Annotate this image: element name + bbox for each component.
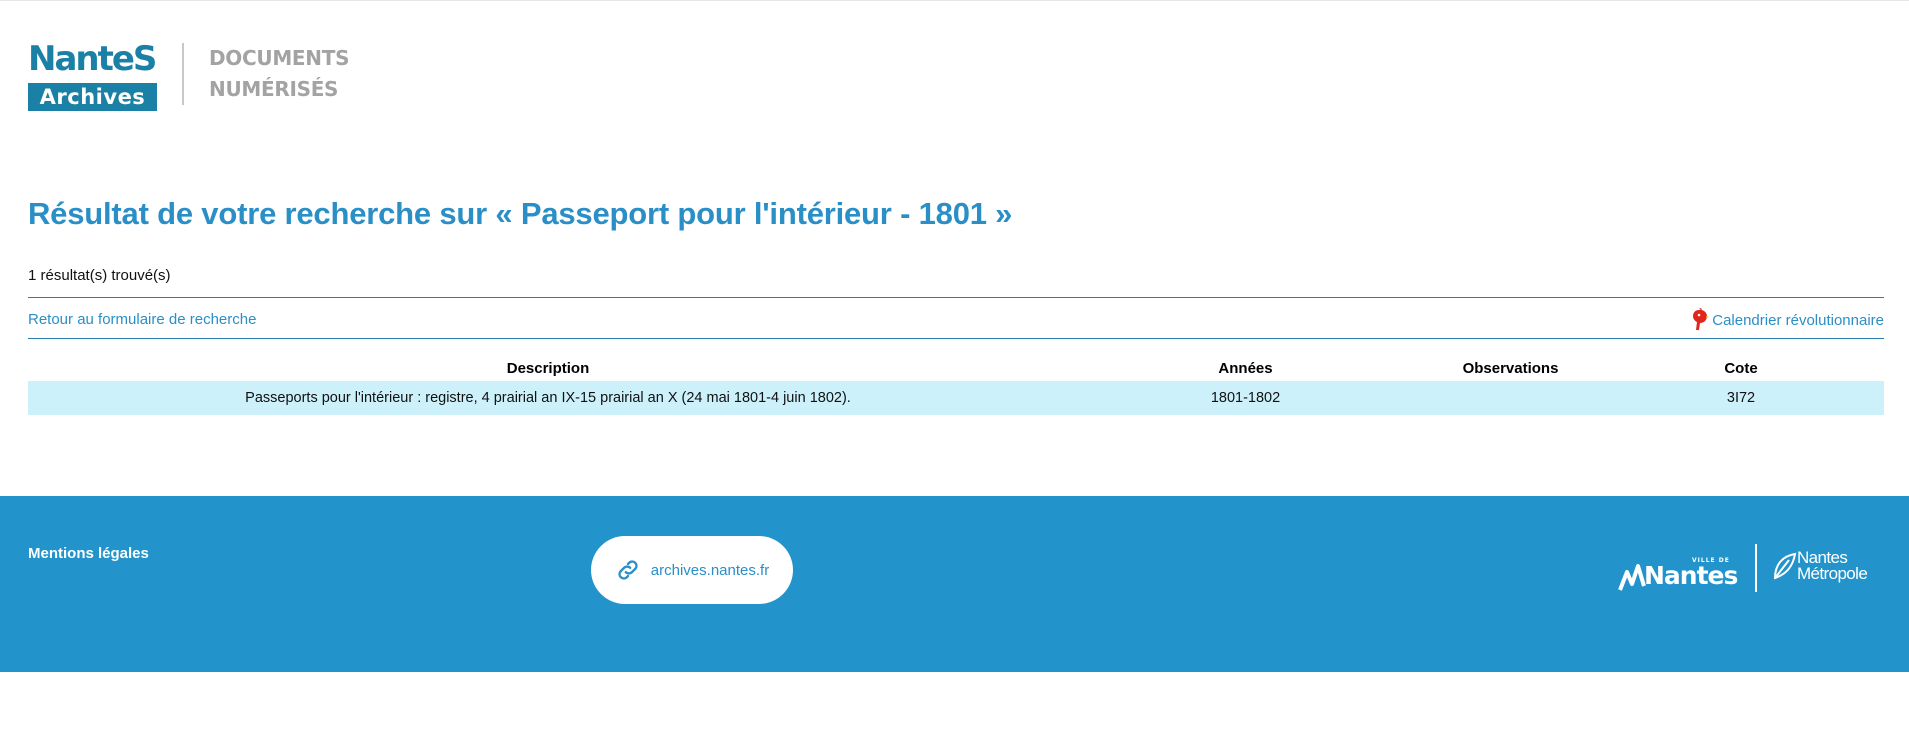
logo-top-text: NanteS (28, 39, 155, 79)
results-table: Description Années Observations Cote Pas… (28, 356, 1884, 415)
header-observations: Observations (1462, 360, 1559, 377)
link-icon (618, 560, 638, 580)
header-cote: Cote (1724, 360, 1758, 377)
nantes-metropole-logo[interactable]: Nantes Métropole (1773, 548, 1885, 588)
back-to-search-link[interactable]: Retour au formulaire de recherche (28, 311, 256, 328)
header-title-line2: NUMÉRISÉS (209, 76, 339, 101)
calendar-link-label: Calendrier révolutionnaire (1712, 311, 1884, 329)
result-count: 1 résultat(s) trouvé(s) (28, 267, 171, 284)
site-header: NanteS Archives DOCUMENTS NUMÉRISÉS (28, 36, 349, 111)
logo-archives-box: Archives (28, 82, 157, 111)
cell-cote: 3I72 (1726, 390, 1756, 406)
calendar-link[interactable]: Calendrier révolutionnaire (1690, 308, 1884, 332)
cell-description: Passeports pour l'intérieur : registre, … (245, 390, 851, 406)
legal-mentions-link[interactable]: Mentions légales (28, 545, 149, 562)
divider-top (28, 297, 1884, 298)
ville-de-nantes-logo[interactable]: VILLE DE Nantes (1618, 546, 1740, 594)
header-title-line1: DOCUMENTS (209, 45, 350, 70)
header-divider (182, 42, 184, 105)
archives-site-button[interactable]: archives.nantes.fr (591, 536, 793, 604)
archives-logo[interactable]: NanteS Archives (28, 37, 157, 111)
header-years: Années (1218, 360, 1273, 377)
header-description: Description (506, 360, 590, 377)
cell-years: 1801-1802 (1210, 390, 1281, 406)
ville-name-text: Nantes (1644, 561, 1737, 590)
leaf-icon (1773, 552, 1797, 580)
metro-line2: Métropole (1797, 564, 1868, 583)
table-header: Description Années Observations Cote (28, 356, 1884, 381)
archives-site-label: archives.nantes.fr (650, 561, 770, 579)
divider-bottom (28, 338, 1884, 339)
site-footer: Mentions légales archives.nantes.fr VILL… (0, 496, 1909, 672)
metropole-wordmark: Nantes Métropole (1797, 549, 1868, 583)
top-border (0, 0, 1909, 1)
table-row[interactable]: Passeports pour l'intérieur : registre, … (28, 381, 1884, 415)
header-title: DOCUMENTS NUMÉRISÉS (209, 43, 349, 105)
footer-logo-divider (1755, 544, 1757, 592)
nantes-wordmark: NanteS (28, 39, 157, 79)
page-title: Résultat de votre recherche sur « Passep… (28, 196, 1013, 231)
rooster-icon (1693, 308, 1710, 330)
